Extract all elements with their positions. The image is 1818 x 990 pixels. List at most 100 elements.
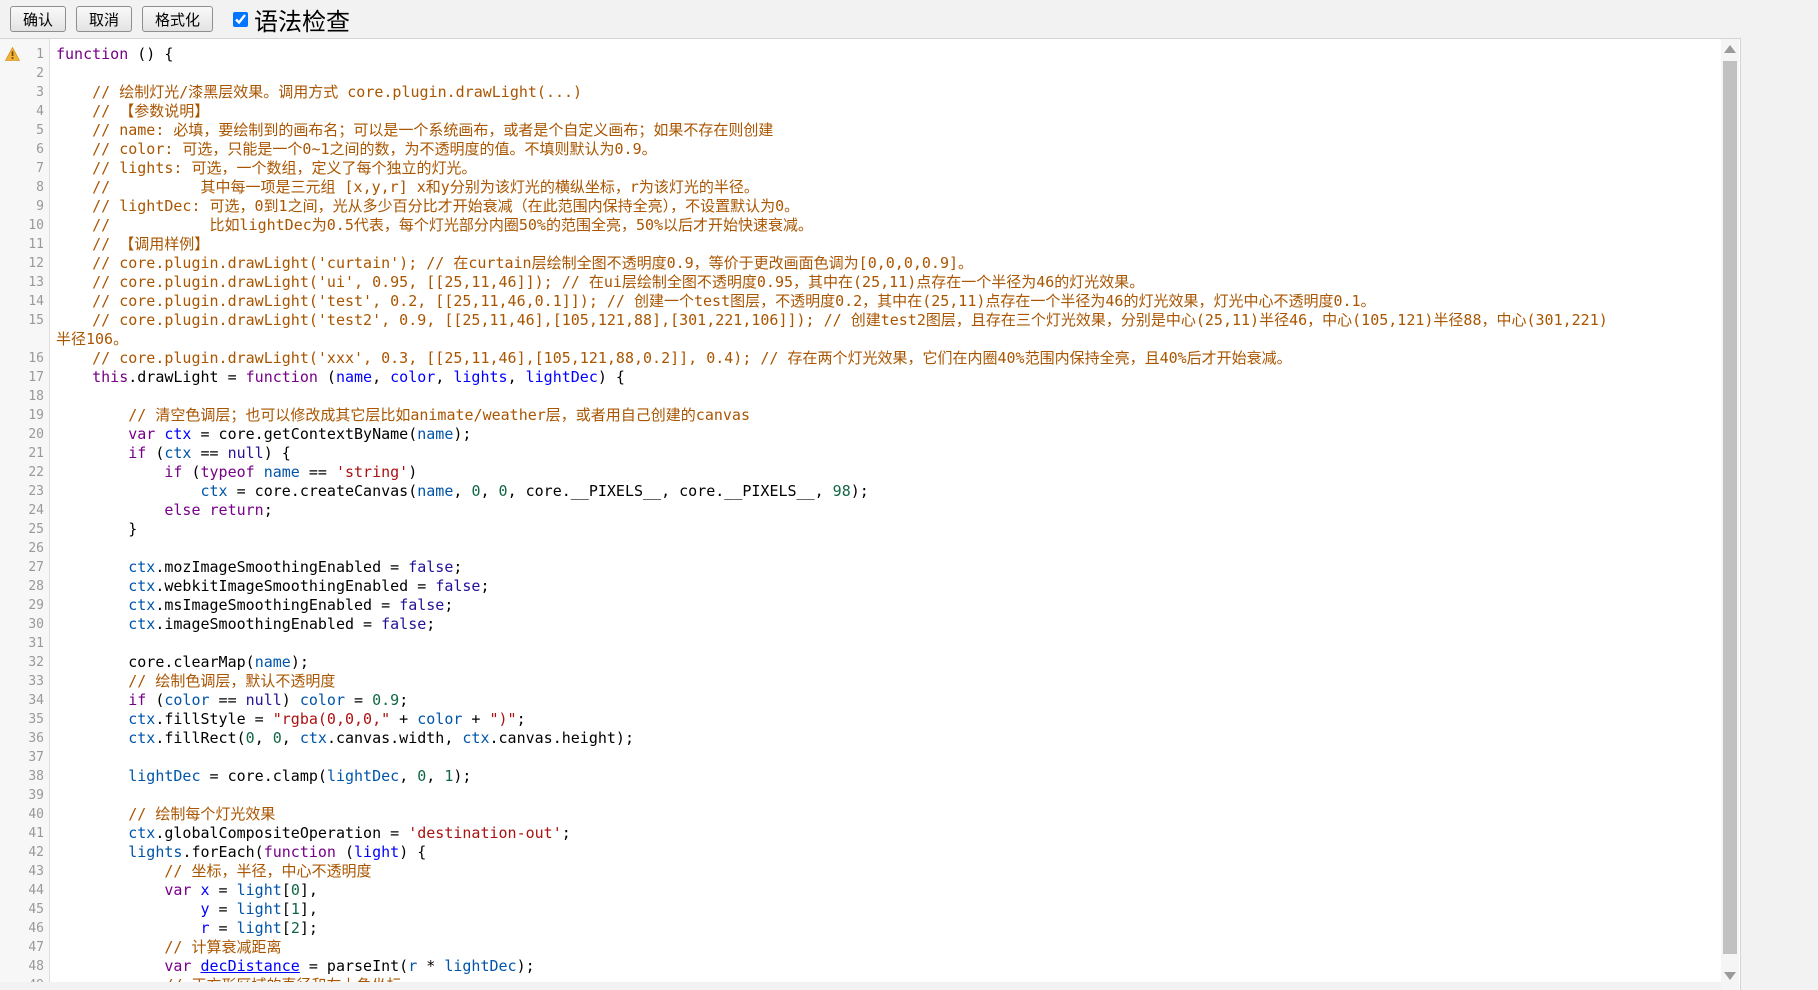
code-line[interactable]: 16 // core.plugin.drawLight('xxx', 0.3, …	[0, 349, 1716, 368]
line-number[interactable]: 37	[0, 748, 50, 767]
code-line[interactable]: 34 if (color == null) color = 0.9;	[0, 691, 1716, 710]
line-number[interactable]: 19	[0, 406, 50, 425]
code-line[interactable]: 43 // 坐标，半径，中心不透明度	[0, 862, 1716, 881]
code-line[interactable]: 5 // name: 必填，要绘制到的画布名；可以是一个系统画布，或者是个自定义…	[0, 121, 1716, 140]
line-number[interactable]: 38	[0, 767, 50, 786]
code-line[interactable]: 32 core.clearMap(name);	[0, 653, 1716, 672]
line-number[interactable]: 48	[0, 957, 50, 976]
line-number[interactable]: 1	[0, 45, 50, 64]
vertical-scrollbar[interactable]	[1721, 39, 1739, 990]
confirm-button[interactable]: 确认	[10, 6, 66, 32]
code-line[interactable]: 30 ctx.imageSmoothingEnabled = false;	[0, 615, 1716, 634]
code-line[interactable]: 7 // lights: 可选，一个数组，定义了每个独立的灯光。	[0, 159, 1716, 178]
code-area[interactable]: 1function () {23 // 绘制灯光/漆黑层效果。调用方式 core…	[0, 45, 1716, 990]
line-number[interactable]: 33	[0, 672, 50, 691]
code-line[interactable]: 45 y = light[1],	[0, 900, 1716, 919]
line-number[interactable]: 6	[0, 140, 50, 159]
code-line[interactable]: 35 ctx.fillStyle = "rgba(0,0,0," + color…	[0, 710, 1716, 729]
code-line[interactable]: 27 ctx.mozImageSmoothingEnabled = false;	[0, 558, 1716, 577]
line-number[interactable]: 46	[0, 919, 50, 938]
line-number[interactable]: 13	[0, 273, 50, 292]
line-number[interactable]: 17	[0, 368, 50, 387]
code-line[interactable]: 46 r = light[2];	[0, 919, 1716, 938]
code-line[interactable]: 37	[0, 748, 1716, 767]
code-line[interactable]: 23 ctx = core.createCanvas(name, 0, 0, c…	[0, 482, 1716, 501]
scroll-down-arrow-icon[interactable]	[1724, 972, 1736, 984]
line-number[interactable]: 28	[0, 577, 50, 596]
code-line[interactable]: 13 // core.plugin.drawLight('ui', 0.95, …	[0, 273, 1716, 292]
line-number[interactable]: 14	[0, 292, 50, 311]
line-number[interactable]: 2	[0, 64, 50, 83]
code-line[interactable]: 22 if (typeof name == 'string')	[0, 463, 1716, 482]
code-editor[interactable]: 1function () {23 // 绘制灯光/漆黑层效果。调用方式 core…	[0, 38, 1741, 990]
line-number[interactable]: 42	[0, 843, 50, 862]
line-number[interactable]: 43	[0, 862, 50, 881]
line-number[interactable]: 29	[0, 596, 50, 615]
line-number[interactable]: 27	[0, 558, 50, 577]
code-line[interactable]: 11 // 【调用样例】	[0, 235, 1716, 254]
code-line[interactable]: 18	[0, 387, 1716, 406]
line-number[interactable]: 7	[0, 159, 50, 178]
line-number[interactable]: 22	[0, 463, 50, 482]
scrollbar-thumb[interactable]	[1723, 61, 1737, 954]
code-line[interactable]: 44 var x = light[0],	[0, 881, 1716, 900]
line-number[interactable]: 32	[0, 653, 50, 672]
line-number[interactable]: 16	[0, 349, 50, 368]
line-number[interactable]: 10	[0, 216, 50, 235]
code-line[interactable]: 28 ctx.webkitImageSmoothingEnabled = fal…	[0, 577, 1716, 596]
code-line[interactable]: 6 // color: 可选，只能是一个0~1之间的数，为不透明度的值。不填则默…	[0, 140, 1716, 159]
line-number[interactable]: 20	[0, 425, 50, 444]
code-line[interactable]: 33 // 绘制色调层，默认不透明度	[0, 672, 1716, 691]
code-line[interactable]: 14 // core.plugin.drawLight('test', 0.2,…	[0, 292, 1716, 311]
line-number[interactable]: 8	[0, 178, 50, 197]
code-line[interactable]: 29 ctx.msImageSmoothingEnabled = false;	[0, 596, 1716, 615]
code-line[interactable]: 20 var ctx = core.getContextByName(name)…	[0, 425, 1716, 444]
line-number[interactable]: 40	[0, 805, 50, 824]
code-line[interactable]: 21 if (ctx == null) {	[0, 444, 1716, 463]
code-line[interactable]: 17 this.drawLight = function (name, colo…	[0, 368, 1716, 387]
code-line[interactable]: 38 lightDec = core.clamp(lightDec, 0, 1)…	[0, 767, 1716, 786]
code-line[interactable]: 19 // 清空色调层；也可以修改成其它层比如animate/weather层，…	[0, 406, 1716, 425]
line-number[interactable]: 35	[0, 710, 50, 729]
code-line[interactable]: 48 var decDistance = parseInt(r * lightD…	[0, 957, 1716, 976]
code-line[interactable]: 8 // 其中每一项是三元组 [x,y,r] x和y分别为该灯光的横纵坐标，r为…	[0, 178, 1716, 197]
code-line[interactable]: 40 // 绘制每个灯光效果	[0, 805, 1716, 824]
code-line[interactable]: 3 // 绘制灯光/漆黑层效果。调用方式 core.plugin.drawLig…	[0, 83, 1716, 102]
line-number[interactable]: 24	[0, 501, 50, 520]
code-line[interactable]: 24 else return;	[0, 501, 1716, 520]
syntax-check-checkbox[interactable]	[233, 12, 248, 27]
format-button[interactable]: 格式化	[142, 6, 213, 32]
code-line[interactable]: 25 }	[0, 520, 1716, 539]
line-number[interactable]: 18	[0, 387, 50, 406]
line-number[interactable]: 23	[0, 482, 50, 501]
code-line[interactable]: 39	[0, 786, 1716, 805]
code-line[interactable]: 15 // core.plugin.drawLight('test2', 0.9…	[0, 311, 1716, 349]
line-number[interactable]: 47	[0, 938, 50, 957]
line-number[interactable]: 4	[0, 102, 50, 121]
line-number[interactable]: 39	[0, 786, 50, 805]
line-number[interactable]: 34	[0, 691, 50, 710]
code-line[interactable]: 26	[0, 539, 1716, 558]
code-line[interactable]: 41 ctx.globalCompositeOperation = 'desti…	[0, 824, 1716, 843]
line-number[interactable]: 3	[0, 83, 50, 102]
line-number[interactable]: 41	[0, 824, 50, 843]
line-number[interactable]: 45	[0, 900, 50, 919]
code-line[interactable]: 9 // lightDec: 可选，0到1之间，光从多少百分比才开始衰减（在此范…	[0, 197, 1716, 216]
line-number[interactable]: 31	[0, 634, 50, 653]
line-number[interactable]: 25	[0, 520, 50, 539]
code-line[interactable]: 31	[0, 634, 1716, 653]
scroll-up-arrow-icon[interactable]	[1724, 45, 1736, 57]
code-line[interactable]: 10 // 比如lightDec为0.5代表，每个灯光部分内圈50%的范围全亮，…	[0, 216, 1716, 235]
code-line[interactable]: 12 // core.plugin.drawLight('curtain'); …	[0, 254, 1716, 273]
line-number[interactable]: 26	[0, 539, 50, 558]
cancel-button[interactable]: 取消	[76, 6, 132, 32]
code-line[interactable]: 42 lights.forEach(function (light) {	[0, 843, 1716, 862]
line-number[interactable]: 5	[0, 121, 50, 140]
code-line[interactable]: 47 // 计算衰减距离	[0, 938, 1716, 957]
code-line[interactable]: 2	[0, 64, 1716, 83]
line-number[interactable]: 36	[0, 729, 50, 748]
line-number[interactable]: 15	[0, 311, 50, 349]
code-line[interactable]: 1function () {	[0, 45, 1716, 64]
code-line[interactable]: 4 // 【参数说明】	[0, 102, 1716, 121]
code-line[interactable]: 36 ctx.fillRect(0, 0, ctx.canvas.width, …	[0, 729, 1716, 748]
